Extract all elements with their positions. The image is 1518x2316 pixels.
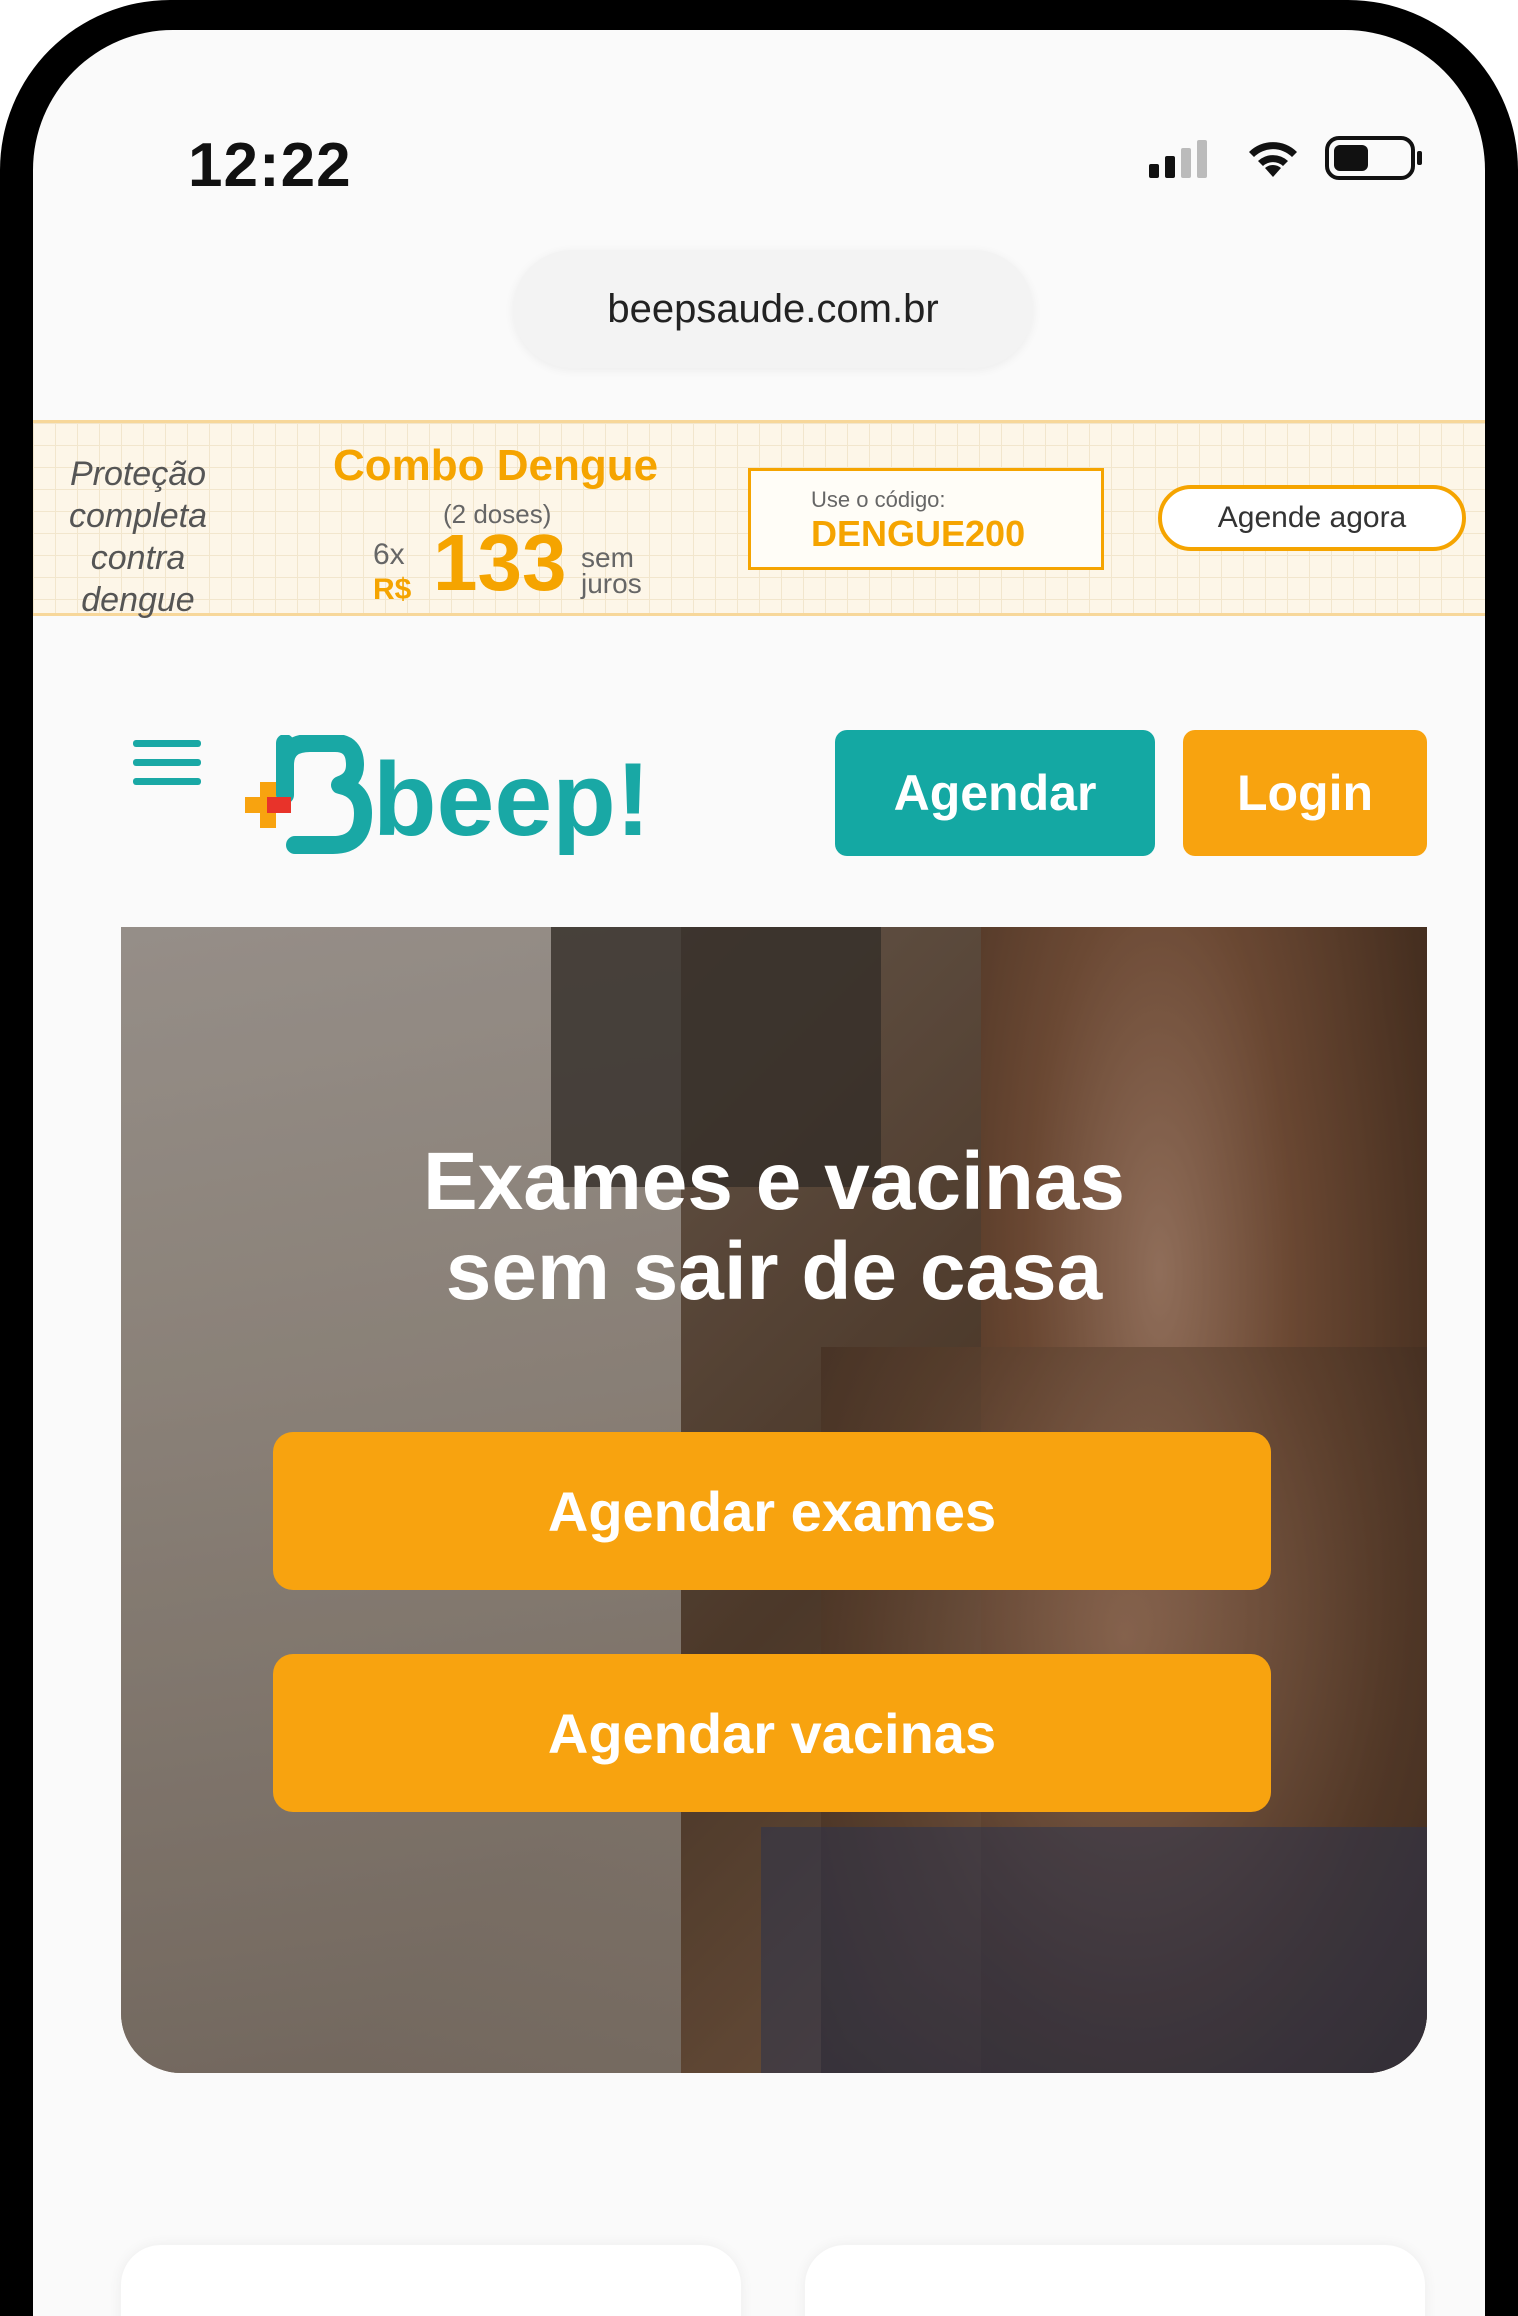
promo-cta-button[interactable]: Agende agora bbox=[1158, 485, 1466, 551]
agendar-vacinas-button[interactable]: Agendar vacinas bbox=[273, 1654, 1271, 1812]
wifi-icon bbox=[1249, 142, 1297, 177]
promo-coupon: Use o código: DENGUE200 bbox=[748, 468, 1104, 570]
promo-tagline: Proteção completa contra dengue bbox=[53, 453, 223, 621]
battery-icon bbox=[1325, 136, 1422, 180]
status-time: 12:22 bbox=[188, 131, 352, 200]
menu-icon[interactable] bbox=[133, 740, 201, 785]
promo-installments: 6x bbox=[373, 538, 405, 571]
hero-title-line1: Exames e vacinas bbox=[422, 1136, 1126, 1227]
cellular-signal-icon bbox=[1149, 140, 1207, 178]
promo-interest-line2: juros bbox=[581, 568, 642, 599]
beep-logo[interactable]: beep! bbox=[245, 734, 675, 858]
promo-tagline-line2: completa bbox=[69, 497, 207, 535]
service-card-right[interactable] bbox=[805, 2245, 1425, 2316]
promo-code-label: Use o código: bbox=[811, 487, 946, 512]
phone-frame: 12:22 beepsaude.com.br Proteção completa… bbox=[0, 0, 1518, 2316]
promo-code: DENGUE200 bbox=[811, 513, 1026, 554]
status-icons bbox=[1149, 135, 1425, 181]
agendar-exames-button[interactable]: Agendar exames bbox=[273, 1432, 1271, 1590]
hero-title: Exames e vacinas sem sair de casa bbox=[121, 1137, 1427, 1317]
promo-currency: R$ bbox=[373, 573, 412, 606]
service-card-left[interactable] bbox=[121, 2245, 741, 2316]
logo-text: beep! bbox=[373, 742, 650, 855]
login-button[interactable]: Login bbox=[1183, 730, 1427, 856]
hero-title-line2: sem sair de casa bbox=[445, 1226, 1103, 1317]
phone-screen: 12:22 beepsaude.com.br Proteção completa… bbox=[33, 30, 1485, 2316]
promo-interest: sem juros bbox=[581, 544, 642, 599]
url-bar[interactable]: beepsaude.com.br bbox=[513, 250, 1033, 368]
promo-tagline-line3: contra dengue bbox=[81, 539, 195, 619]
status-bar: 12:22 bbox=[33, 30, 1485, 250]
promo-price: 133 bbox=[433, 518, 567, 607]
promo-product: Combo Dengue bbox=[333, 441, 659, 490]
promo-tagline-line1: Proteção bbox=[69, 455, 207, 493]
hero-banner: Exames e vacinas sem sair de casa Agenda… bbox=[121, 927, 1427, 2073]
agendar-button[interactable]: Agendar bbox=[835, 730, 1155, 856]
promo-banner[interactable]: Proteção completa contra dengue Combo De… bbox=[33, 420, 1485, 619]
site-header: beep! Agendar Login bbox=[33, 690, 1485, 858]
